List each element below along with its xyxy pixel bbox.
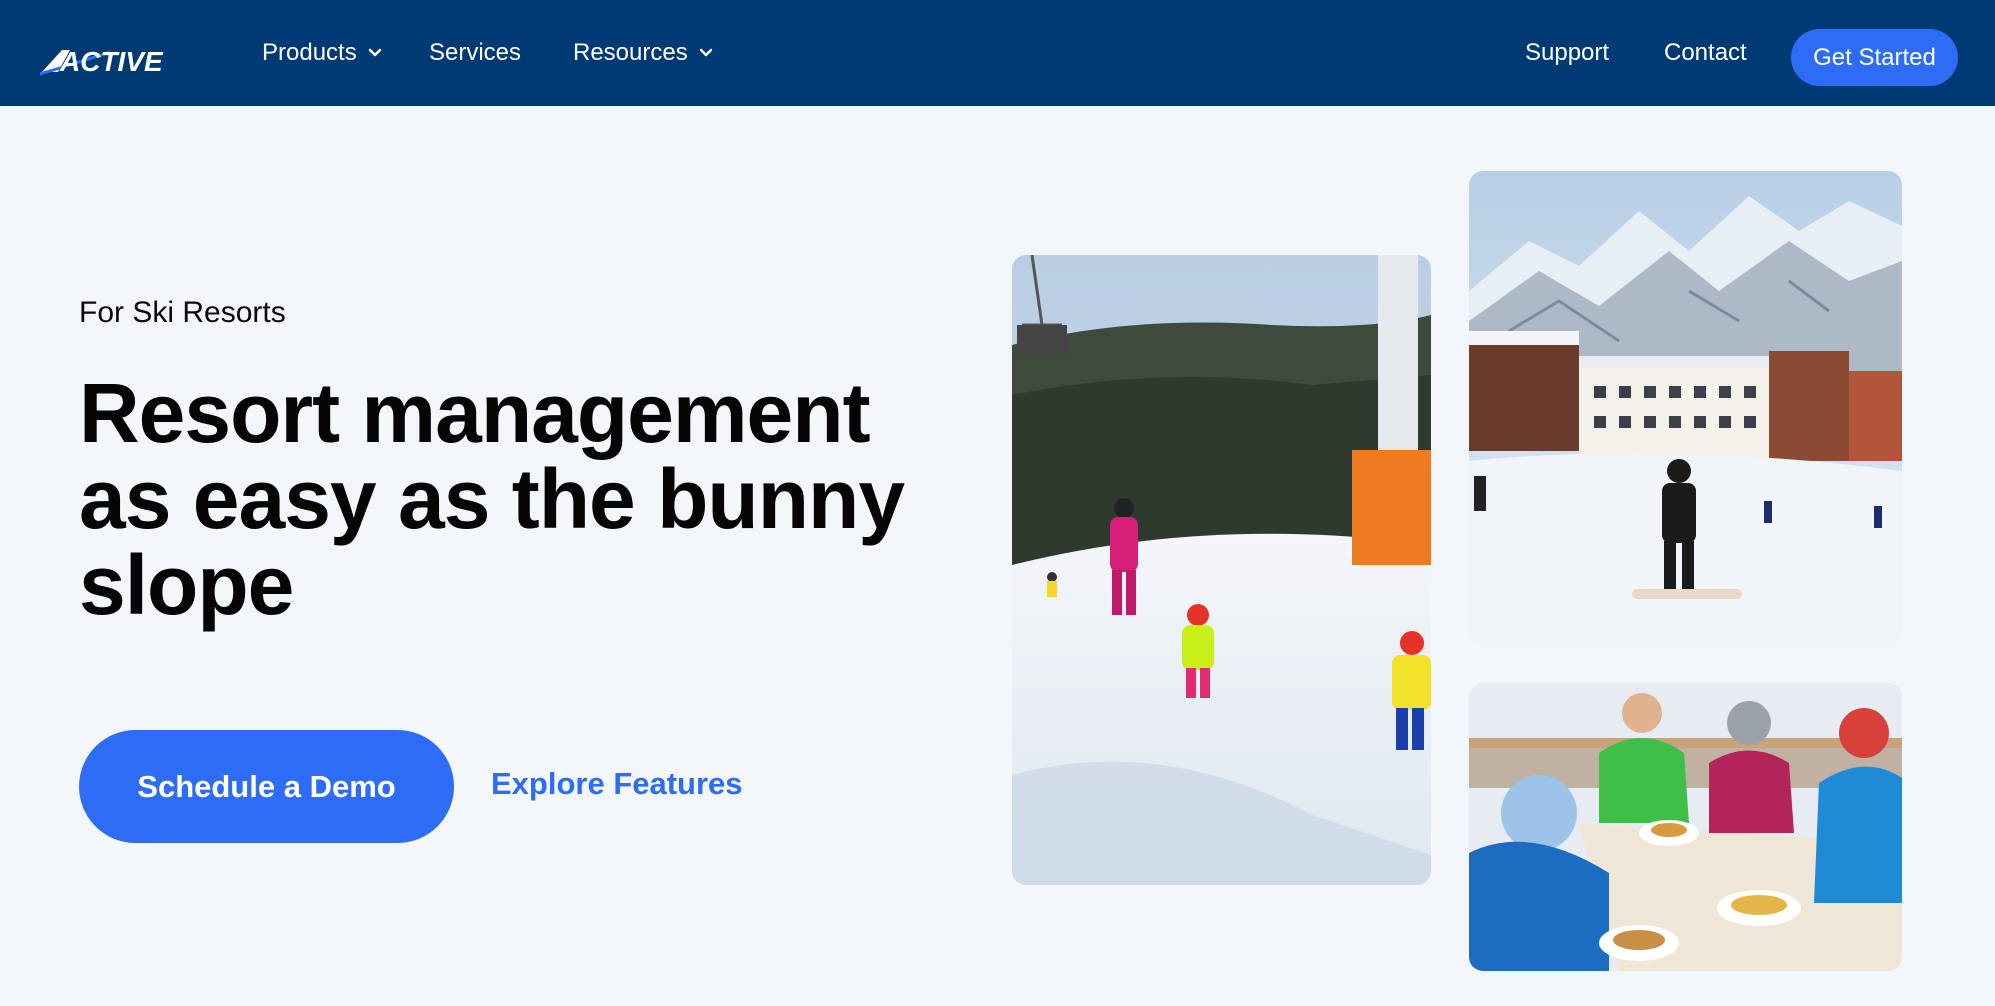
nav-contact[interactable]: Contact [1664, 0, 1747, 106]
kids-skiing-photo [1012, 255, 1431, 885]
chevron-down-icon [368, 48, 381, 57]
nav-support-label: Support [1525, 39, 1610, 66]
explore-features-link[interactable]: Explore Features [491, 766, 743, 802]
nav-services[interactable]: Services [429, 0, 521, 106]
headline-line: slope [79, 538, 294, 632]
nav-products[interactable]: Products [262, 0, 383, 106]
nav-support[interactable]: Support [1525, 0, 1609, 106]
schedule-demo-button[interactable]: Schedule a Demo [79, 730, 454, 843]
outdoor-dining-photo [1469, 683, 1902, 971]
nav-resources-label: Resources [573, 39, 688, 66]
svg-text:ACTIVE: ACTIVE [59, 46, 164, 76]
nav-products-label: Products [262, 39, 357, 66]
headline-line: Resort management [79, 366, 871, 460]
nav-contact-label: Contact [1664, 39, 1747, 66]
top-nav: ACTIVE Products Services Resources Suppo… [0, 0, 1995, 106]
chevron-down-icon [699, 48, 712, 57]
hero-headline: Resort management as easy as the bunny s… [79, 370, 979, 628]
hero-eyebrow: For Ski Resorts [79, 296, 286, 329]
nav-services-label: Services [429, 39, 522, 66]
active-logo[interactable]: ACTIVE [39, 44, 175, 77]
headline-line: as easy as the bunny [79, 452, 905, 546]
get-started-button[interactable]: Get Started [1791, 29, 1958, 86]
nav-resources[interactable]: Resources [573, 0, 714, 106]
ski-village-photo [1469, 171, 1902, 643]
